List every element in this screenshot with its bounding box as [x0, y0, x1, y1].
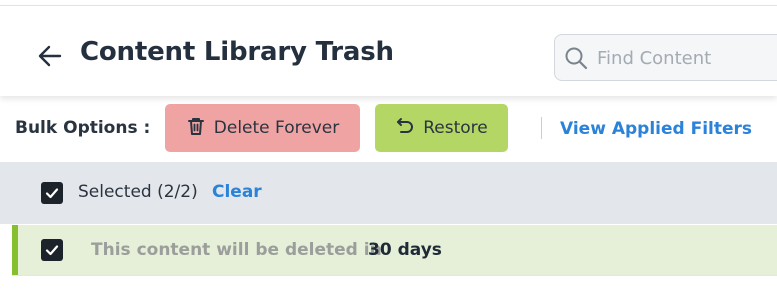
arrow-left-icon[interactable] [36, 42, 64, 70]
bulk-options-label: Bulk Options : [15, 118, 151, 138]
trash-icon [186, 116, 214, 141]
search-icon [564, 46, 588, 70]
undo-icon [395, 116, 423, 141]
bulk-options-bar: Bulk Options : Delete Forever Restore Vi… [0, 96, 777, 162]
selection-bar: Selected (2/2) Clear [0, 162, 777, 224]
clear-selection-link[interactable]: Clear [212, 182, 262, 202]
row-divider [12, 275, 777, 276]
delete-forever-label: Delete Forever [213, 118, 340, 138]
selected-count: Selected (2/2) [78, 182, 198, 202]
toolbar-divider [541, 117, 542, 139]
checkmark-icon [45, 188, 59, 199]
page-title: Content Library Trash [80, 37, 394, 67]
days-remaining: 30 days [368, 240, 442, 260]
page-header: Content Library Trash [0, 6, 777, 96]
search-input[interactable] [597, 45, 777, 71]
view-applied-filters-link[interactable]: View Applied Filters [560, 119, 752, 139]
restore-button[interactable]: Restore [375, 104, 508, 152]
search-box[interactable] [554, 34, 777, 81]
row-checkbox[interactable] [41, 239, 63, 261]
deletion-notice: This content will be deleted in [91, 240, 382, 260]
list-item[interactable]: This content will be deleted in 30 days [12, 225, 777, 275]
delete-forever-button[interactable]: Delete Forever [165, 104, 360, 152]
checkmark-icon [45, 245, 59, 256]
select-all-checkbox[interactable] [41, 182, 63, 204]
restore-label: Restore [423, 118, 488, 138]
